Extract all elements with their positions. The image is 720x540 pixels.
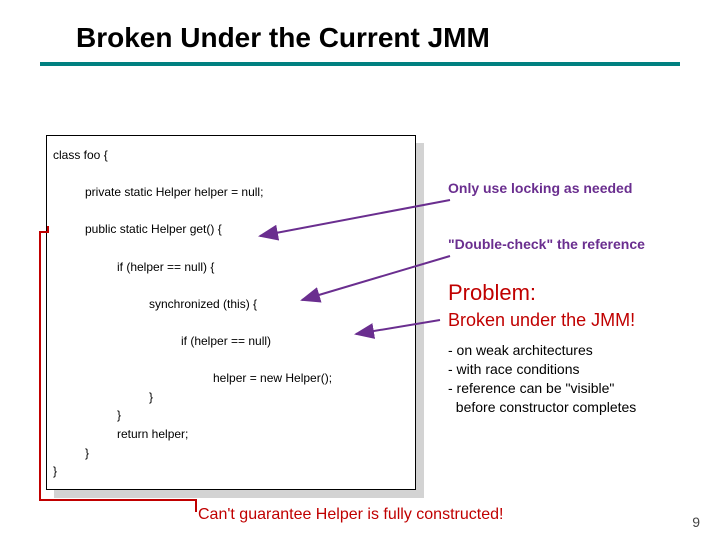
code-line: public static Helper get() {: [53, 220, 409, 239]
bullet-item: before constructor completes: [448, 398, 718, 417]
slide-title: Broken Under the Current JMM: [0, 0, 720, 62]
annotations-panel: Only use locking as needed "Double-check…: [448, 180, 718, 417]
code-line: }: [53, 388, 409, 407]
problem-bullets: - on weak architectures - with race cond…: [448, 341, 718, 417]
code-line: [53, 313, 409, 332]
footnote-text: Can't guarantee Helper is fully construc…: [198, 506, 503, 524]
code-line: private static Helper helper = null;: [53, 183, 409, 202]
problem-sub: Broken under the JMM!: [448, 310, 718, 331]
code-line: [53, 351, 409, 370]
code-line: [53, 165, 409, 184]
code-line: synchronized (this) {: [53, 295, 409, 314]
code-line: [53, 202, 409, 221]
title-underline: [40, 62, 680, 66]
problem-heading: Problem:: [448, 280, 718, 306]
page-number: 9: [692, 514, 700, 530]
annotation-doublecheck: "Double-check" the reference: [448, 236, 718, 252]
code-line: }: [53, 406, 409, 425]
code-line: helper = new Helper();: [53, 369, 409, 388]
annotation-locking: Only use locking as needed: [448, 180, 718, 196]
code-line: [53, 239, 409, 258]
code-box: class foo { private static Helper helper…: [46, 135, 416, 490]
code-line: if (helper == null): [53, 332, 409, 351]
code-line: if (helper == null) {: [53, 258, 409, 277]
code-line: }: [53, 444, 409, 463]
code-line: }: [53, 462, 409, 481]
bullet-item: - reference can be "visible": [448, 379, 718, 398]
code-line: [53, 276, 409, 295]
bullet-item: - on weak architectures: [448, 341, 718, 360]
code-line: class foo {: [53, 146, 409, 165]
bullet-item: - with race conditions: [448, 360, 718, 379]
code-line: return helper;: [53, 425, 409, 444]
